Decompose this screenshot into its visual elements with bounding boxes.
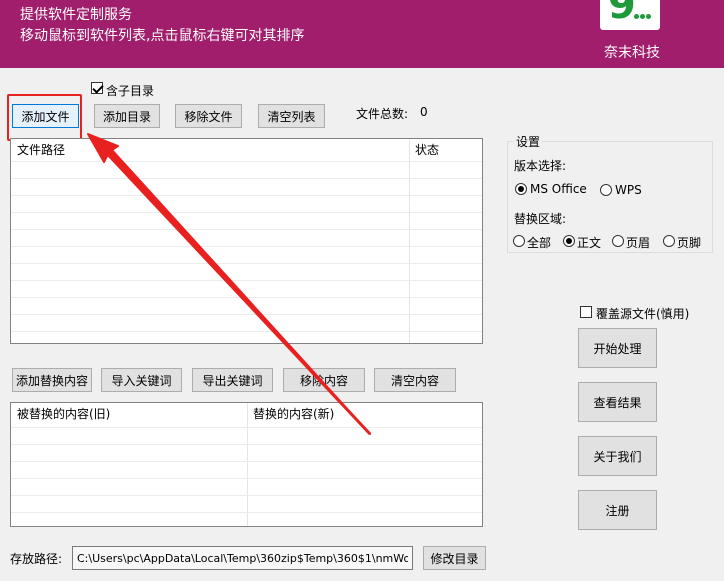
output-path-input[interactable] xyxy=(72,546,413,570)
output-path-label: 存放路径: xyxy=(10,552,63,566)
file-total-value: 0 xyxy=(420,105,428,119)
list-row xyxy=(11,212,482,229)
company-name: 奈末科技 xyxy=(604,45,660,61)
list-row xyxy=(11,461,482,478)
header-banner: 提供软件定制服务 移动鼠标到软件列表,点击鼠标右键可对其排序 9 奈末科技 xyxy=(0,0,724,68)
radio-region-footer[interactable] xyxy=(663,235,675,247)
list-row xyxy=(11,495,482,512)
radio-region-footer-label: 页脚 xyxy=(677,236,702,250)
include-subdir-label: 含子目录 xyxy=(106,84,155,98)
list-row xyxy=(11,444,482,461)
start-process-button[interactable]: 开始处理 xyxy=(578,328,657,368)
radio-region-body-label: 正文 xyxy=(577,236,602,250)
import-keywords-button[interactable]: 导入关键词 xyxy=(101,368,182,392)
add-replace-content-button[interactable]: 添加替换内容 xyxy=(12,368,92,392)
list-row xyxy=(11,178,482,195)
list-row xyxy=(11,229,482,246)
list-row xyxy=(11,297,482,314)
view-result-button[interactable]: 查看结果 xyxy=(578,382,657,422)
remove-file-button[interactable]: 移除文件 xyxy=(175,104,242,128)
overwrite-source-checkbox[interactable] xyxy=(580,306,592,318)
column-header-new-content[interactable]: 替换的内容(新) xyxy=(247,403,482,425)
column-header-old-content[interactable]: 被替换的内容(旧) xyxy=(11,403,247,425)
list-row xyxy=(11,478,482,495)
radio-ms-office[interactable] xyxy=(515,183,527,195)
column-header-file-path[interactable]: 文件路径 xyxy=(11,139,409,161)
list-row xyxy=(11,512,482,526)
logo-dots-icon xyxy=(634,14,652,22)
region-label: 替换区域: xyxy=(514,212,567,226)
add-dir-button[interactable]: 添加目录 xyxy=(94,104,160,128)
service-text: 提供软件定制服务 xyxy=(20,7,132,23)
remove-content-button[interactable]: 移除内容 xyxy=(283,368,365,392)
list-row xyxy=(11,246,482,263)
change-dir-button[interactable]: 修改目录 xyxy=(423,546,486,570)
file-total-label: 文件总数: xyxy=(356,107,409,121)
include-subdir-checkbox[interactable] xyxy=(91,82,103,94)
list-row xyxy=(11,161,482,178)
version-label: 版本选择: xyxy=(514,159,567,173)
list-row xyxy=(11,280,482,297)
list-row xyxy=(11,195,482,212)
replace-list[interactable]: 被替换的内容(旧) 替换的内容(新) xyxy=(10,402,483,527)
radio-wps[interactable] xyxy=(600,184,612,196)
list-row xyxy=(11,331,482,343)
logo-glyph: 9 xyxy=(608,0,636,28)
company-logo: 9 xyxy=(600,0,660,30)
column-header-status[interactable]: 状态 xyxy=(409,139,482,161)
clear-list-button[interactable]: 清空列表 xyxy=(258,104,325,128)
file-list[interactable]: 文件路径 状态 xyxy=(10,138,483,344)
radio-wps-label: WPS xyxy=(615,183,642,197)
about-us-button[interactable]: 关于我们 xyxy=(578,436,657,476)
radio-ms-office-label: MS Office xyxy=(530,182,587,196)
clear-content-button[interactable]: 清空内容 xyxy=(374,368,456,392)
list-row xyxy=(11,314,482,331)
radio-region-all[interactable] xyxy=(513,235,525,247)
list-row xyxy=(11,263,482,280)
sort-hint-text: 移动鼠标到软件列表,点击鼠标右键可对其排序 xyxy=(20,28,305,44)
add-file-button[interactable]: 添加文件 xyxy=(12,104,79,128)
register-button[interactable]: 注册 xyxy=(578,490,657,530)
overwrite-source-label: 覆盖源文件(慎用) xyxy=(596,307,690,321)
export-keywords-button[interactable]: 导出关键词 xyxy=(192,368,273,392)
list-row xyxy=(11,427,482,444)
settings-title: 设置 xyxy=(514,133,543,150)
radio-region-all-label: 全部 xyxy=(527,236,552,250)
radio-region-header[interactable] xyxy=(612,235,624,247)
radio-region-header-label: 页眉 xyxy=(626,236,651,250)
radio-region-body[interactable] xyxy=(563,235,575,247)
